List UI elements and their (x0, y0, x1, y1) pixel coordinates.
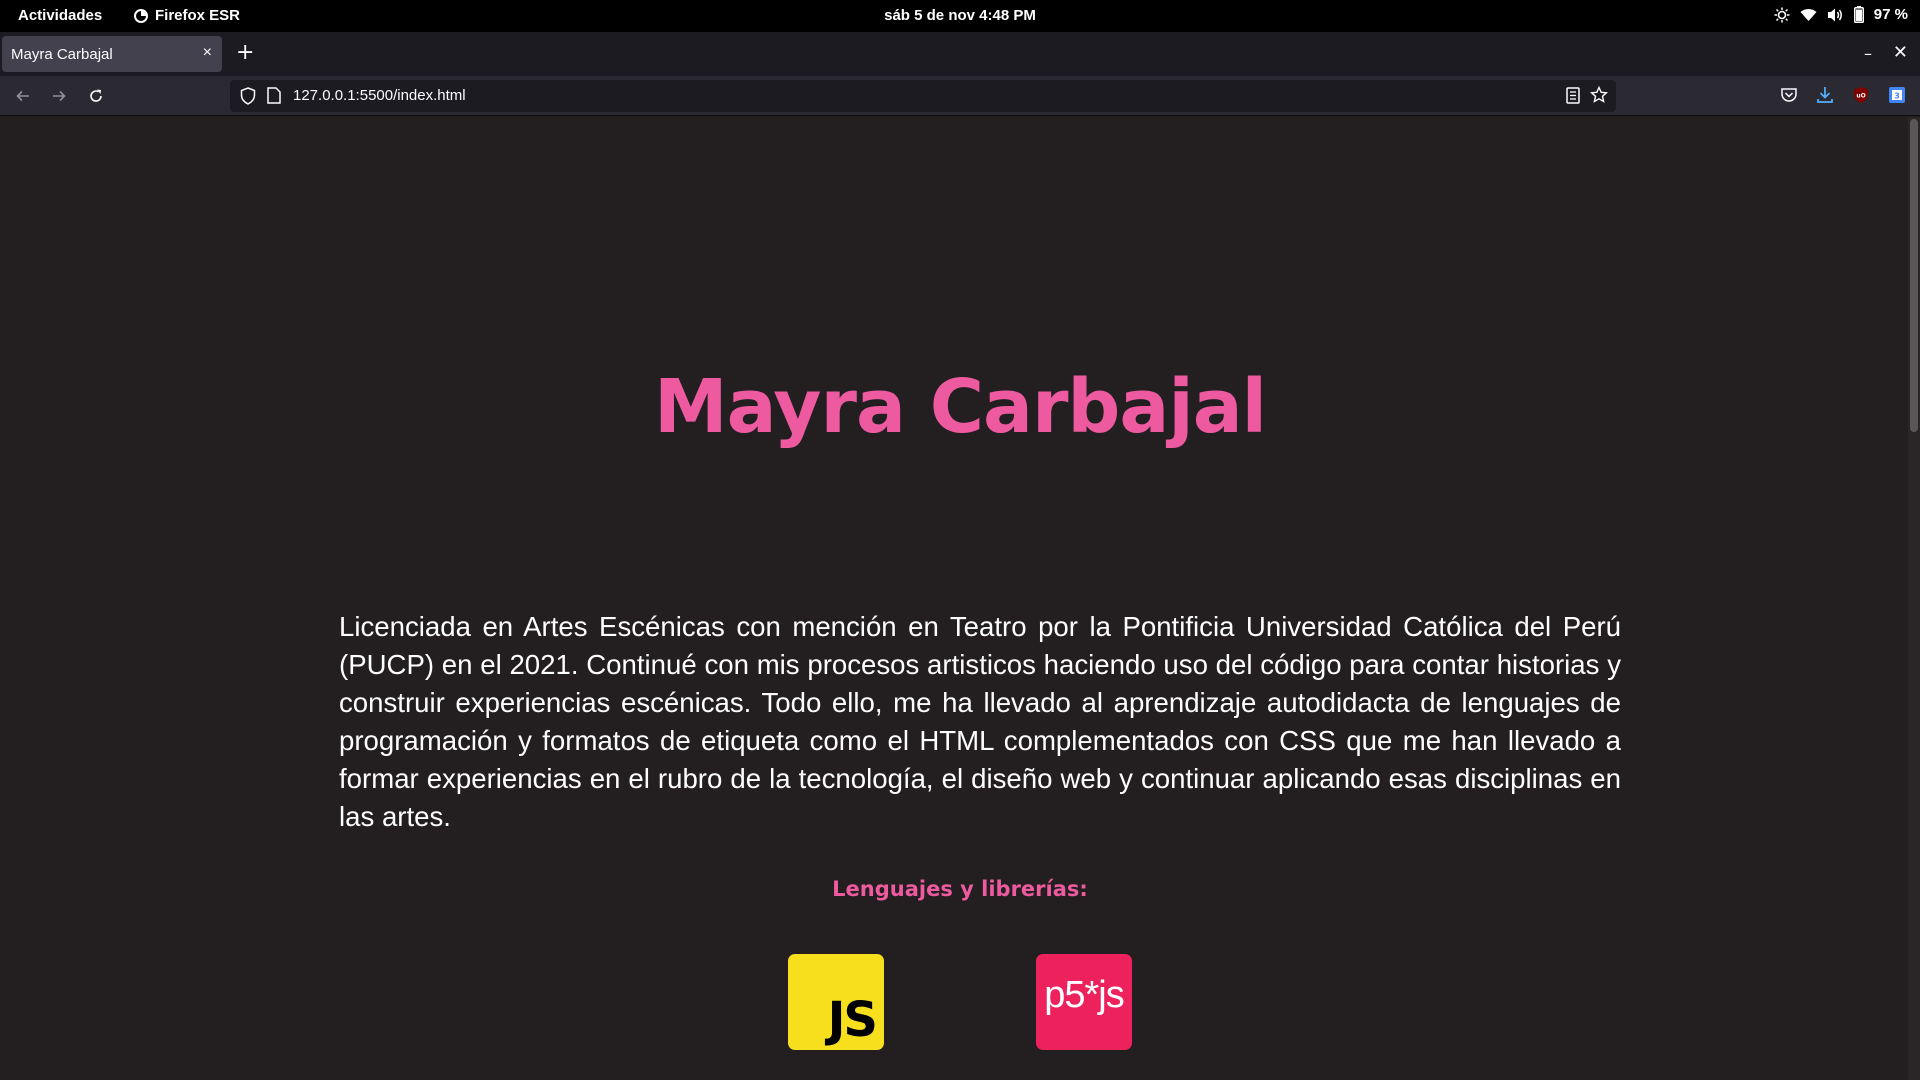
skills-heading: Lenguajes y librerías: (832, 877, 1088, 901)
download-icon (1817, 87, 1833, 103)
clock[interactable]: sáb 5 de nov 4:48 PM (884, 7, 1036, 24)
activities-button[interactable]: Actividades (18, 7, 102, 24)
calendar-icon: 3 (1889, 87, 1905, 103)
new-tab-button[interactable]: + (236, 42, 254, 64)
tracking-protection-icon[interactable] (240, 87, 256, 105)
url-bar[interactable]: 127.0.0.1:5500/index.html (230, 80, 1616, 112)
url-text[interactable]: 127.0.0.1:5500/index.html (293, 87, 466, 104)
downloads-button[interactable] (1816, 86, 1834, 108)
p5js-logo-label: p5*js (1044, 974, 1125, 1016)
volume-icon (1827, 8, 1842, 21)
ublock-origin-icon: uO (1854, 87, 1868, 103)
pocket-button[interactable] (1780, 86, 1798, 108)
back-button[interactable] (11, 84, 35, 108)
pocket-icon (1781, 88, 1797, 102)
bio-paragraph: Licenciada en Artes Escénicas con menció… (339, 611, 1621, 832)
wifi-icon (1800, 8, 1817, 21)
reload-button[interactable] (84, 84, 108, 108)
javascript-logo-label: JS (827, 992, 878, 1048)
app-name: Firefox ESR (155, 7, 241, 24)
firefox-icon (134, 8, 148, 23)
reader-view-icon[interactable] (1566, 87, 1580, 104)
app-menu[interactable]: Firefox ESR (133, 7, 240, 24)
arrow-left-icon (16, 90, 29, 102)
brightness-icon (1774, 7, 1790, 22)
tab-mayra-carbajal[interactable]: Mayra Carbajal × (2, 36, 222, 72)
p5js-logo: p5*js (1036, 954, 1132, 1050)
navigation-toolbar: 127.0.0.1:5500/index.html uO 3 (0, 76, 1920, 116)
javascript-logo: JS (788, 954, 884, 1050)
close-tab-icon[interactable]: × (203, 44, 212, 62)
forward-button[interactable] (47, 84, 71, 108)
tab-title: Mayra Carbajal (11, 45, 113, 63)
svg-text:uO: uO (1856, 93, 1865, 100)
page-info-icon[interactable] (267, 87, 281, 104)
system-tray[interactable]: 97 % (1774, 6, 1908, 23)
system-top-bar: Actividades Firefox ESR sáb 5 de nov 4:4… (0, 0, 1920, 32)
battery-percent: 97 % (1873, 6, 1908, 23)
minimize-window-button[interactable]: – (1864, 44, 1872, 63)
tab-strip: Mayra Carbajal × (0, 32, 1920, 76)
bookmark-star-icon[interactable] (1590, 86, 1608, 104)
close-window-button[interactable]: ✕ (1893, 42, 1908, 63)
reload-icon (90, 89, 102, 102)
vertical-scrollbar[interactable] (1908, 117, 1920, 1080)
ublock-origin-extension[interactable]: uO (1852, 86, 1870, 108)
calendar-extension[interactable]: 3 (1888, 86, 1906, 108)
battery-icon (1853, 6, 1864, 23)
page-viewport (0, 117, 1920, 1080)
arrow-right-icon (53, 90, 66, 102)
svg-text:3: 3 (1894, 92, 1900, 101)
page-title: Mayra Carbajal (653, 364, 1267, 450)
